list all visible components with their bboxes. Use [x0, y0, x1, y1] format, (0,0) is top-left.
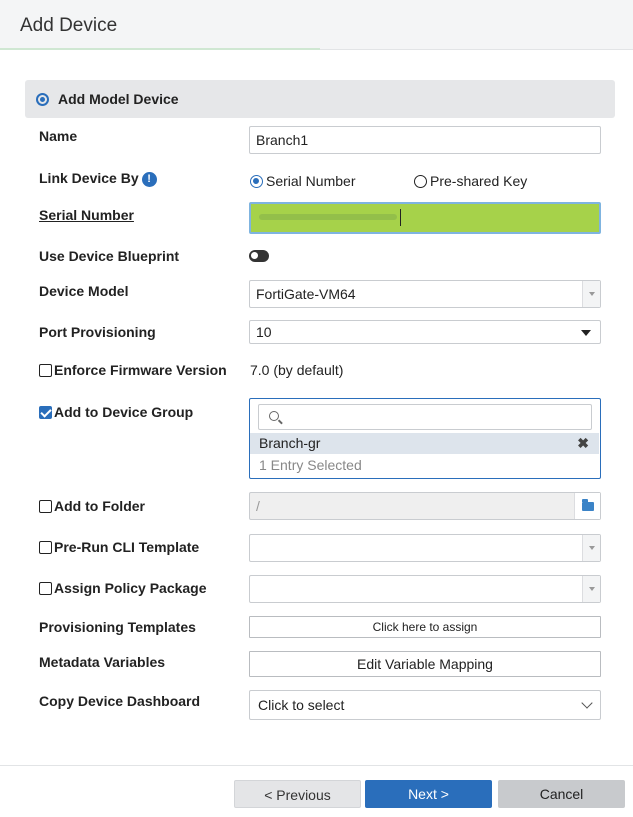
folder-value: /: [256, 498, 260, 514]
name-field[interactable]: Branch1: [249, 126, 601, 154]
group-search-input[interactable]: [258, 404, 592, 430]
group-selected-count: 1 Entry Selected: [259, 457, 362, 473]
section-label: Add Model Device: [58, 91, 179, 107]
use-device-blueprint-label: Use Device Blueprint: [39, 248, 180, 264]
enforce-firmware-checkbox[interactable]: [39, 364, 52, 377]
folder-checkbox[interactable]: [39, 500, 52, 513]
blurred-serial-value: [259, 214, 397, 220]
device-group-row[interactable]: Add to Device Group: [39, 404, 193, 420]
radio-unselected-icon: [414, 175, 427, 188]
folder-browse-button[interactable]: [574, 493, 600, 519]
radio-pre-shared-key[interactable]: Pre-shared Key: [414, 173, 527, 189]
metadata-variables-label: Metadata Variables: [39, 654, 166, 670]
name-value: Branch1: [256, 132, 309, 148]
device-model-select[interactable]: FortiGate-VM64: [249, 280, 601, 308]
copy-dashboard-value: Click to select: [258, 697, 345, 713]
close-icon[interactable]: ✖: [577, 433, 589, 454]
chevron-down-icon[interactable]: [581, 697, 593, 709]
chevron-down-icon[interactable]: [582, 576, 600, 602]
radio-serial-number-label: Serial Number: [266, 173, 356, 189]
folder-icon: [582, 499, 594, 511]
radio-pre-shared-key-label: Pre-shared Key: [430, 173, 528, 189]
next-button[interactable]: Next >: [365, 780, 492, 808]
provisioning-templates-label: Provisioning Templates: [39, 619, 196, 635]
link-device-by-label: Link Device By!: [39, 170, 157, 187]
device-group-picker[interactable]: Branch-gr ✖ 1 Entry Selected: [249, 398, 601, 479]
port-provisioning-label: Port Provisioning: [39, 324, 156, 340]
serial-number-label: Serial Number: [39, 207, 134, 223]
chevron-down-icon[interactable]: [582, 535, 600, 561]
copy-dashboard-label: Copy Device Dashboard: [39, 693, 201, 709]
device-model-label: Device Model: [39, 283, 129, 299]
device-group-checkbox[interactable]: [39, 406, 52, 419]
use-blueprint-toggle[interactable]: [249, 250, 269, 262]
port-provisioning-select[interactable]: 10: [249, 320, 601, 344]
copy-dashboard-select[interactable]: Click to select: [249, 690, 601, 720]
policy-package-checkbox[interactable]: [39, 582, 52, 595]
folder-label: Add to Folder: [54, 498, 145, 514]
folder-row[interactable]: Add to Folder: [39, 498, 145, 514]
port-provisioning-value: 10: [256, 324, 272, 340]
folder-field: /: [249, 492, 601, 520]
previous-button[interactable]: < Previous: [234, 780, 361, 808]
section-radio-icon[interactable]: [36, 93, 49, 106]
selected-group-item[interactable]: Branch-gr ✖: [250, 433, 599, 454]
firmware-version-value: 7.0 (by default): [250, 362, 344, 378]
caret-down-icon[interactable]: [581, 330, 591, 336]
text-cursor: [400, 209, 401, 226]
pre-run-cli-select[interactable]: [249, 534, 601, 562]
device-group-label: Add to Device Group: [54, 404, 194, 420]
name-label: Name: [39, 128, 78, 144]
dialog-title: Add Device: [20, 15, 118, 36]
cancel-button[interactable]: Cancel: [498, 780, 625, 808]
serial-number-field[interactable]: [249, 202, 601, 234]
enforce-firmware-row[interactable]: Enforce Firmware Version: [39, 362, 227, 378]
pre-run-cli-checkbox[interactable]: [39, 541, 52, 554]
header-accent-line: [0, 48, 320, 50]
search-icon: [269, 411, 279, 421]
info-icon[interactable]: !: [141, 172, 157, 187]
radio-serial-number[interactable]: Serial Number: [250, 173, 355, 189]
policy-package-select[interactable]: [249, 575, 601, 603]
add-model-device-section[interactable]: Add Model Device: [25, 80, 615, 118]
link-device-by-text: Link Device By: [39, 170, 139, 186]
chevron-down-icon[interactable]: [582, 281, 600, 307]
pre-run-cli-label: Pre-Run CLI Template: [54, 539, 200, 555]
footer-divider: [0, 765, 633, 766]
selected-group-label: Branch-gr: [259, 435, 321, 451]
policy-package-label: Assign Policy Package: [54, 580, 207, 596]
device-model-value: FortiGate-VM64: [256, 286, 356, 302]
radio-selected-icon: [250, 175, 263, 188]
policy-package-row[interactable]: Assign Policy Package: [39, 580, 207, 596]
dialog-header: Add Device: [0, 0, 633, 50]
pre-run-cli-row[interactable]: Pre-Run CLI Template: [39, 539, 199, 555]
assign-templates-button[interactable]: Click here to assign: [249, 616, 601, 638]
enforce-firmware-label: Enforce Firmware Version: [54, 362, 227, 378]
edit-variable-mapping-button[interactable]: Edit Variable Mapping: [249, 651, 601, 677]
